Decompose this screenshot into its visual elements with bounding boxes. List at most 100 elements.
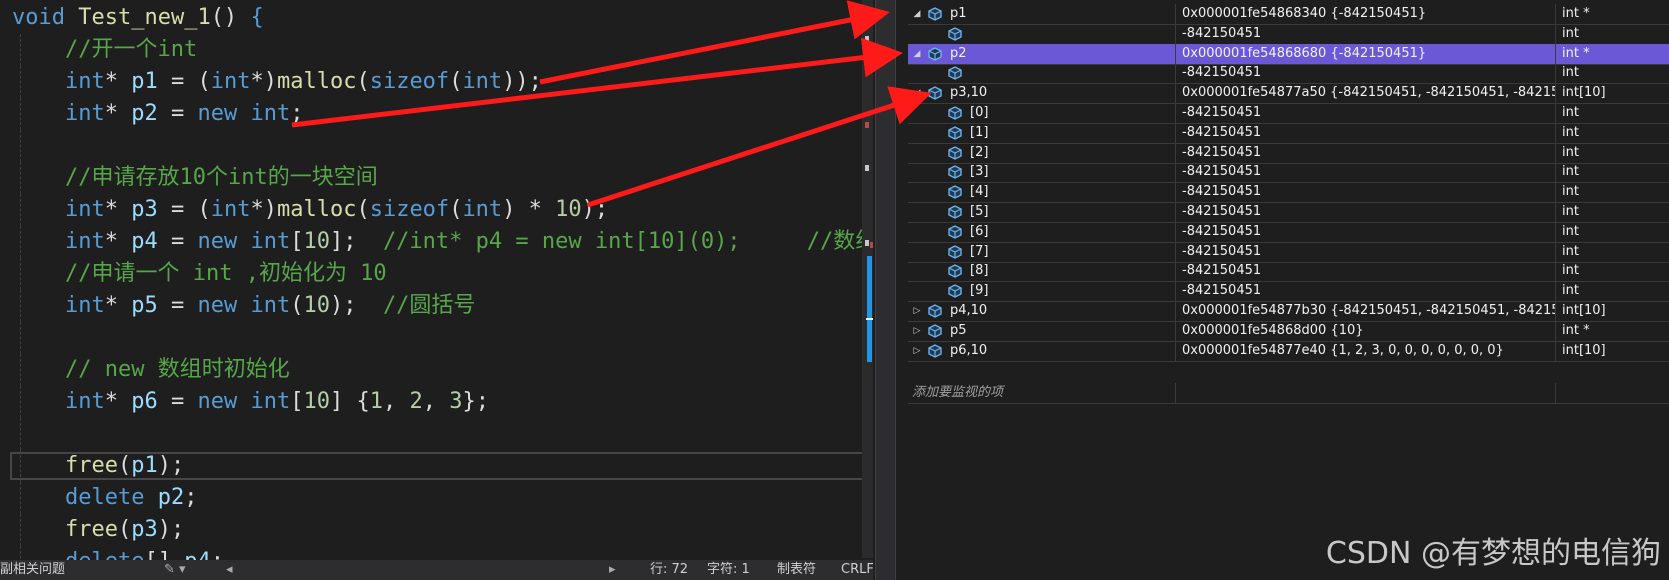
watch-row[interactable]: [4] -842150451 int <box>908 182 1669 204</box>
add-watch-placeholder[interactable]: 添加要监视的项 <box>912 383 1003 403</box>
watch-value[interactable]: -842150451 <box>1175 241 1556 262</box>
code-line[interactable] <box>0 130 862 162</box>
watch-name[interactable]: [5] <box>970 202 988 222</box>
watch-row[interactable]: [2] -842150451 int <box>908 142 1669 164</box>
scroll-left-icon[interactable]: ◂ <box>226 560 233 580</box>
code-token: = <box>157 389 198 414</box>
watch-row[interactable]: -842150451 int <box>908 23 1669 45</box>
scrollbar-thumb[interactable] <box>867 256 872 362</box>
watch-name[interactable]: p6,10 <box>950 341 987 361</box>
watch-value[interactable]: -842150451 <box>1175 122 1556 143</box>
code-line[interactable]: int* p6 = new int[10] {1, 2, 3}; <box>0 386 862 418</box>
watch-name[interactable]: [9] <box>970 281 988 301</box>
watch-name[interactable]: p2 <box>950 44 967 64</box>
watch-value[interactable]: -842150451 <box>1175 142 1556 163</box>
code-line[interactable]: //开一个int <box>0 34 862 66</box>
code-line[interactable] <box>0 418 862 450</box>
watch-value[interactable]: -842150451 <box>1175 221 1556 242</box>
watch-value[interactable]: 0x000001fe54877a50 {-842150451, -8421504… <box>1175 83 1556 104</box>
char-indicator[interactable]: 字符: 1 <box>707 560 750 580</box>
code-line[interactable]: delete p2; <box>0 482 862 514</box>
related-issues-label[interactable]: 副相关问题 <box>0 560 65 580</box>
watch-row[interactable]: [6] -842150451 int <box>908 221 1669 243</box>
watch-value[interactable]: -842150451 <box>1175 202 1556 222</box>
watch-name[interactable]: [8] <box>970 261 988 281</box>
expand-triangle-icon[interactable]: ▷ <box>912 326 922 336</box>
watch-name[interactable]: [6] <box>970 222 988 242</box>
watch-name[interactable]: [4] <box>970 182 988 202</box>
watch-value[interactable]: 0x000001fe54868680 {-842150451} <box>1175 43 1556 64</box>
watch-name[interactable]: p3,10 <box>950 83 987 103</box>
code-line[interactable]: free(p3); <box>0 514 862 546</box>
pane-splitter[interactable] <box>875 0 896 580</box>
watch-name[interactable]: [1] <box>970 123 988 143</box>
line-indicator[interactable]: 行: 72 <box>650 560 688 580</box>
watch-row[interactable]: [0] -842150451 int <box>908 103 1669 124</box>
watch-row[interactable]: ▷ p5 0x000001fe54868d00 {10} int * <box>908 320 1669 342</box>
scroll-right-icon[interactable]: ▸ <box>609 560 616 580</box>
watch-name[interactable]: [2] <box>970 143 988 163</box>
code-line[interactable]: //申请存放10个int的一块空间 <box>0 162 862 194</box>
watch-name[interactable]: p1 <box>950 4 967 24</box>
code-lines[interactable]: void Test_new_1() { //开一个int int* p1 = (… <box>0 2 873 578</box>
code-line[interactable]: int* p3 = (int*)malloc(sizeof(int) * 10)… <box>0 194 862 226</box>
code-line[interactable]: // new 数组时初始化 <box>0 354 862 386</box>
code-token: ]; <box>329 229 383 254</box>
watch-value[interactable]: -842150451 <box>1175 23 1556 44</box>
watch-row[interactable]: [1] -842150451 int <box>908 122 1669 144</box>
code-token: p5 <box>131 293 158 318</box>
watch-row[interactable]: ◢ p3,10 0x000001fe54877a50 {-842150451, -8… <box>908 83 1669 105</box>
watch-type: int * <box>1555 320 1669 341</box>
watch-value[interactable]: 0x000001fe54868340 {-842150451} <box>1175 4 1556 24</box>
watch-value[interactable]: -842150451 <box>1175 103 1556 123</box>
indent-guide <box>20 194 21 226</box>
code-line[interactable]: void Test_new_1() { <box>0 2 862 34</box>
watch-value[interactable]: -842150451 <box>1175 261 1556 282</box>
watch-row[interactable]: [5] -842150451 int <box>908 202 1669 223</box>
code-token: malloc <box>276 69 357 94</box>
watch-row[interactable]: ◢ p1 0x000001fe54868340 {-842150451} int * <box>908 4 1669 25</box>
indent-guide <box>20 290 21 322</box>
expand-triangle-icon[interactable]: ▷ <box>912 346 922 356</box>
code-line[interactable]: int* p2 = new int; <box>0 98 862 130</box>
watch-row[interactable]: [3] -842150451 int <box>908 162 1669 184</box>
watch-name[interactable]: p4,10 <box>950 301 987 321</box>
eol-indicator[interactable]: CRLF <box>841 560 873 580</box>
code-line[interactable]: int* p5 = new int(10); //圆括号 <box>0 290 862 322</box>
watch-value[interactable]: -842150451 <box>1175 182 1556 203</box>
code-line[interactable]: int* p1 = (int*)malloc(sizeof(int)); <box>0 66 862 98</box>
indent-guide <box>20 98 21 130</box>
watch-name[interactable]: [0] <box>970 103 988 123</box>
watch-value[interactable]: -842150451 <box>1175 281 1556 302</box>
watch-name[interactable]: p5 <box>950 321 967 341</box>
watch-type: int <box>1555 122 1669 143</box>
watch-row[interactable]: [8] -842150451 int <box>908 261 1669 283</box>
tab-indicator[interactable]: 制表符 <box>777 560 816 580</box>
collapse-triangle-icon[interactable]: ◢ <box>912 88 922 98</box>
code-line[interactable]: //申请一个 int ,初始化为 10 <box>0 258 862 290</box>
code-token: ); <box>329 293 383 318</box>
watch-row[interactable]: ▷ p4,10 0x000001fe54877b30 {-842150451, -8… <box>908 301 1669 322</box>
collapse-triangle-icon[interactable]: ◢ <box>912 9 922 19</box>
watch-row[interactable]: -842150451 int <box>908 63 1669 85</box>
watch-name[interactable]: [7] <box>970 242 988 262</box>
watch-value[interactable]: -842150451 <box>1175 63 1556 84</box>
expand-triangle-icon[interactable]: ▷ <box>912 306 922 316</box>
watch-type: int <box>1555 261 1669 282</box>
watch-row[interactable]: [7] -842150451 int <box>908 241 1669 263</box>
watch-value[interactable]: -842150451 <box>1175 162 1556 183</box>
code-line[interactable] <box>0 322 862 354</box>
watch-row[interactable]: [9] -842150451 int <box>908 281 1669 303</box>
watch-value[interactable]: 0x000001fe54877e40 {1, 2, 3, 0, 0, 0, 0,… <box>1175 340 1556 361</box>
code-editor[interactable]: void Test_new_1() { //开一个int int* p1 = (… <box>0 0 873 580</box>
watch-row[interactable]: ▷ p6,10 0x000001fe54877e40 {1, 2, 3, 0, 0,… <box>908 340 1669 362</box>
watch-value[interactable]: 0x000001fe54877b30 {-842150451, -8421504… <box>1175 301 1556 321</box>
code-line[interactable]: int* p4 = new int[10]; //int* p4 = new i… <box>0 226 873 258</box>
add-watch-row[interactable]: 添加要监视的项 <box>908 383 1669 404</box>
watch-name[interactable]: [3] <box>970 162 988 182</box>
code-cleanup-icon[interactable]: ✎ ▾ <box>164 560 186 580</box>
collapse-triangle-icon[interactable]: ◢ <box>912 49 922 59</box>
watch-value[interactable]: 0x000001fe54868d00 {10} <box>1175 320 1556 341</box>
watch-row[interactable]: ◢ p2 0x000001fe54868680 {-842150451} int * <box>908 43 1669 65</box>
code-token: * <box>104 293 132 318</box>
